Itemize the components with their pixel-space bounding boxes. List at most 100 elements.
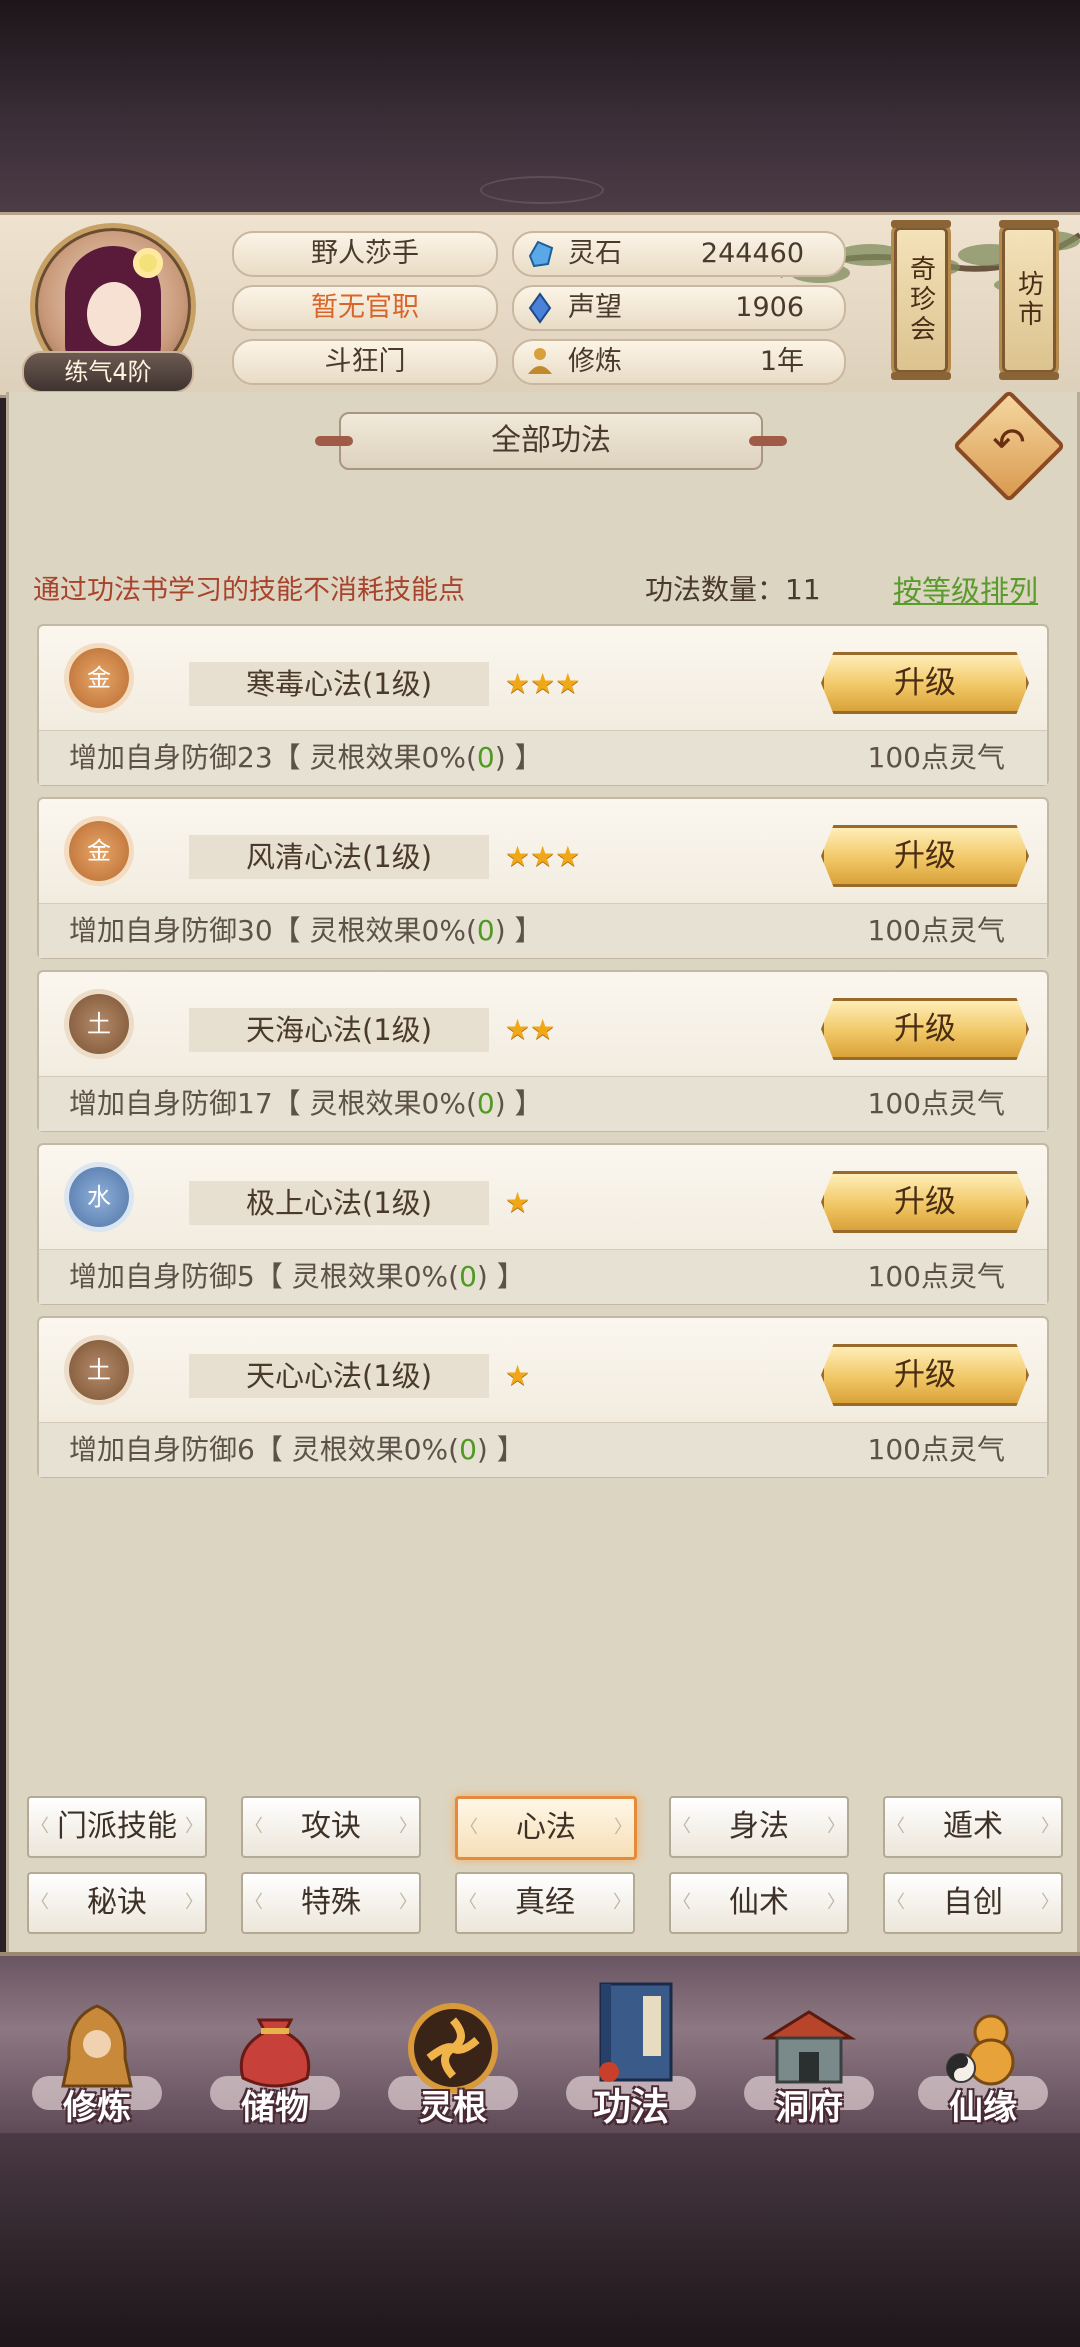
skill-name: 极上心法(1级) (189, 1181, 489, 1225)
star-rating: ★ (505, 1359, 531, 1392)
effect-prefix: 增加自身防御5【 灵根效果0%( (69, 1260, 460, 1293)
hint-text: 通过功法书学习的技能不消耗技能点 (33, 575, 465, 606)
stat-label: 修炼 (568, 346, 622, 377)
upgrade-cost: 100点灵气 (867, 914, 1005, 947)
effect-bonus: 0 (459, 1260, 477, 1293)
nav-label: 储物 (241, 2088, 309, 2128)
nav-storage[interactable]: 储物 (190, 1956, 360, 2138)
upgrade-cost: 100点灵气 (867, 1433, 1005, 1466)
avatar-face (87, 282, 141, 346)
upgrade-button[interactable]: 升级 (821, 1171, 1029, 1233)
upgrade-button[interactable]: 升级 (821, 998, 1029, 1060)
water-element-icon: 水 (51, 1167, 147, 1227)
skill-card: 金 风清心法(1级) ★★★ 升级 增加自身防御30【 灵根效果0%(0) 】 … (37, 797, 1049, 959)
stat-value: 1年 (759, 346, 804, 377)
prestige-gem-icon (528, 292, 552, 324)
earth-element-icon: 土 (51, 1340, 147, 1400)
spirit-stone-stat: 灵石 244460 (512, 231, 846, 277)
sect-name: 斗狂门 (232, 339, 498, 385)
back-button[interactable]: ↶ (952, 389, 1066, 503)
effect-suffix: ) 】 (476, 1433, 525, 1466)
nav-cave[interactable]: 洞府 (724, 1956, 894, 2138)
effect-bonus: 0 (476, 1087, 495, 1120)
category-tab-secret[interactable]: 秘诀 (27, 1872, 207, 1934)
treasure-shop-button[interactable]: 奇珍会 (891, 220, 951, 380)
market-label: 坊市 (1013, 270, 1044, 330)
effect-suffix: ) 】 (494, 1087, 543, 1120)
upgrade-button[interactable]: 升级 (821, 825, 1029, 887)
category-tab-immortal-art[interactable]: 仙术 (669, 1872, 849, 1934)
skill-effect: 增加自身防御17【 灵根效果0%(0) 】 (69, 1077, 543, 1131)
nav-immortal-fate[interactable]: 仙缘 (898, 1956, 1068, 2138)
scroll-cap (891, 372, 951, 380)
realm-badge: 练气4阶 (22, 351, 194, 393)
skill-card: 土 天心心法(1级) ★ 升级 增加自身防御6【 灵根效果0%(0) 】 100… (37, 1316, 1049, 1478)
skill-name: 天海心法(1级) (189, 1008, 489, 1052)
upgrade-button[interactable]: 升级 (821, 652, 1029, 714)
category-tab-attack[interactable]: 攻诀 (241, 1796, 421, 1858)
effect-suffix: ) 】 (494, 741, 543, 774)
category-tab-movement[interactable]: 身法 (669, 1796, 849, 1858)
back-arrow-icon: ↶ (992, 420, 1026, 467)
player-header: 练气4阶 野人莎手 暂无官职 斗狂门 灵石 244460 声望 1906 修炼 … (0, 212, 1080, 398)
upgrade-button[interactable]: 升级 (821, 1344, 1029, 1406)
player-name: 野人莎手 (232, 231, 498, 277)
nav-cultivate[interactable]: 修炼 (12, 1956, 182, 2138)
stat-value: 244460 (700, 238, 804, 269)
market-button[interactable]: 坊市 (999, 220, 1059, 380)
skill-effect-row: 增加自身防御5【 灵根效果0%(0) 】 100点灵气 (39, 1249, 1047, 1304)
cloud-ornament (480, 176, 604, 204)
nav-spirit-root[interactable]: 灵根 (368, 1956, 538, 2138)
effect-bonus: 0 (459, 1433, 477, 1466)
effect-prefix: 增加自身防御6【 灵根效果0%( (69, 1433, 460, 1466)
technique-count: 功法数量：11 (645, 573, 821, 606)
category-tab-escape[interactable]: 遁术 (883, 1796, 1063, 1858)
skill-card: 金 寒毒心法(1级) ★★★ 升级 增加自身防御23【 灵根效果0%(0) 】 … (37, 624, 1049, 786)
upgrade-cost: 100点灵气 (867, 1087, 1005, 1120)
skill-name: 风清心法(1级) (189, 835, 489, 879)
category-tab-special[interactable]: 特殊 (241, 1872, 421, 1934)
earth-element-icon: 土 (51, 994, 147, 1054)
cultivation-stat: 修炼 1年 (512, 339, 846, 385)
category-tab-scripture[interactable]: 真经 (455, 1872, 635, 1934)
effect-suffix: ) 】 (494, 914, 543, 947)
star-rating: ★★★ (505, 667, 581, 700)
effect-bonus: 0 (476, 914, 495, 947)
upgrade-cost: 100点灵气 (867, 1260, 1005, 1293)
nav-label: 修炼 (63, 2088, 131, 2128)
metal-element-icon: 金 (51, 821, 147, 881)
nav-label: 灵根 (419, 2088, 487, 2128)
skill-effect: 增加自身防御23【 灵根效果0%(0) 】 (69, 731, 543, 785)
scroll-cap (999, 372, 1059, 380)
effect-prefix: 增加自身防御17【 灵根效果0%( (69, 1087, 477, 1120)
category-tab-sect-skills[interactable]: 门派技能 (27, 1796, 207, 1858)
panel-title: 全部功法 (315, 412, 787, 470)
upgrade-cost: 100点灵气 (867, 741, 1005, 774)
bottom-nav: 修炼 储物 灵根 功法 洞府 仙缘 (0, 1952, 1080, 2142)
treasure-shop-label: 奇珍会 (905, 255, 936, 345)
star-rating: ★ (505, 1186, 531, 1219)
sort-by-level-link[interactable]: 按等级排列 (893, 568, 1038, 610)
skill-effect-row: 增加自身防御30【 灵根效果0%(0) 】 100点灵气 (39, 903, 1047, 958)
skill-name: 寒毒心法(1级) (189, 662, 489, 706)
skill-effect: 增加自身防御30【 灵根效果0%(0) 】 (69, 904, 543, 958)
skill-effect-row: 增加自身防御6【 灵根效果0%(0) 】 100点灵气 (39, 1422, 1047, 1477)
category-tab-self-created[interactable]: 自创 (883, 1872, 1063, 1934)
nav-technique[interactable]: 功法 (546, 1956, 716, 2138)
skill-effect: 增加自身防御6【 灵根效果0%(0) 】 (69, 1423, 525, 1477)
spirit-stone-icon (528, 240, 554, 268)
skill-card: 水 极上心法(1级) ★ 升级 增加自身防御5【 灵根效果0%(0) 】 100… (37, 1143, 1049, 1305)
skill-card: 土 天海心法(1级) ★★ 升级 增加自身防御17【 灵根效果0%(0) 】 1… (37, 970, 1049, 1132)
flower-hairpin-icon (133, 248, 163, 278)
skill-name: 天心心法(1级) (189, 1354, 489, 1398)
bottom-background (0, 2133, 1080, 2347)
stat-label: 灵石 (568, 238, 622, 269)
effect-prefix: 增加自身防御30【 灵根效果0%( (69, 914, 477, 947)
category-tab-mind[interactable]: 心法 (455, 1796, 637, 1860)
effect-suffix: ) 】 (476, 1260, 525, 1293)
top-background (0, 0, 1080, 212)
stat-value: 1906 (735, 292, 804, 323)
nav-label: 洞府 (775, 2088, 843, 2128)
official-title: 暂无官职 (232, 285, 498, 331)
effect-prefix: 增加自身防御23【 灵根效果0%( (69, 741, 477, 774)
